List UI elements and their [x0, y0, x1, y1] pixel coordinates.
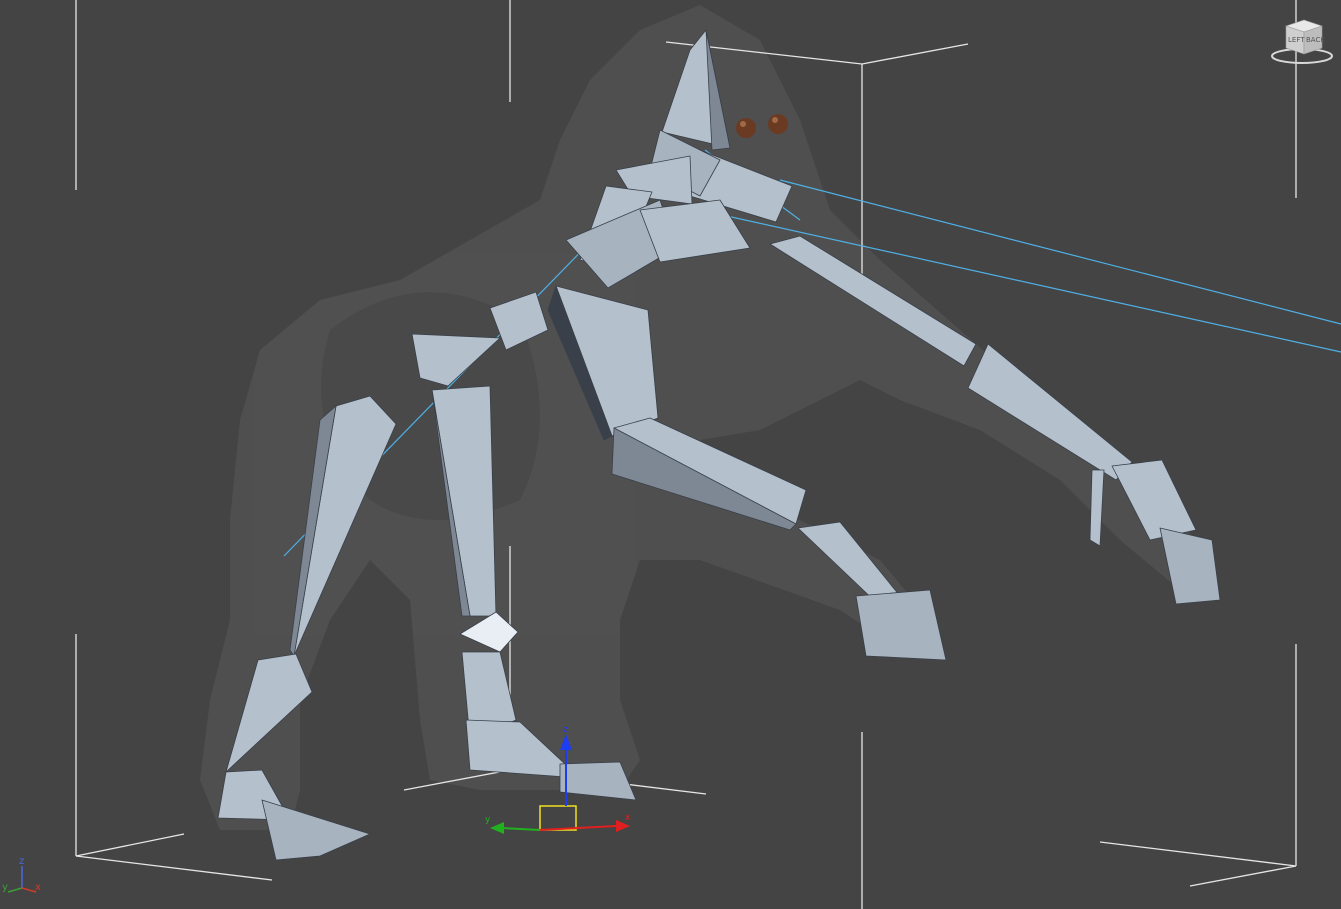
world-axis-x	[21, 887, 37, 893]
move-gizmo-z-label: z	[563, 725, 568, 735]
viewcube[interactable]: LEFT BACK	[1271, 19, 1333, 64]
eye-right-highlight	[772, 117, 778, 123]
move-gizmo-x-label: x	[625, 813, 631, 823]
world-axis-y-label: y	[2, 882, 8, 893]
bone-fingers-right[interactable]	[1159, 527, 1221, 605]
eye-left	[736, 118, 756, 138]
world-axis-x-label: x	[35, 882, 41, 893]
move-gizmo-xy-plane[interactable]	[539, 805, 577, 831]
move-gizmo-y-axis[interactable]	[501, 827, 541, 831]
eye-left-highlight	[740, 121, 746, 127]
scene-canvas[interactable]: x y z z y x LEFT BACK	[0, 0, 1341, 909]
perspective-viewport[interactable]: x y z z y x LEFT BACK	[0, 0, 1341, 909]
bone-toes-left[interactable]	[261, 799, 371, 861]
world-axis-y	[7, 887, 23, 893]
viewcube-right-label: BACK	[1306, 36, 1325, 44]
world-axis-z-label: z	[19, 856, 24, 867]
move-gizmo-y-label: y	[485, 815, 491, 825]
world-axis-tripod: z y x	[2, 856, 41, 893]
bone-hand-left[interactable]	[855, 589, 947, 661]
eye-right	[768, 114, 788, 134]
move-gizmo-y-arrow[interactable]	[490, 822, 504, 834]
viewcube-left-label: LEFT	[1288, 36, 1305, 44]
bone-thumb-right[interactable]	[1089, 469, 1105, 547]
move-gizmo-x-axis[interactable]	[539, 825, 617, 831]
